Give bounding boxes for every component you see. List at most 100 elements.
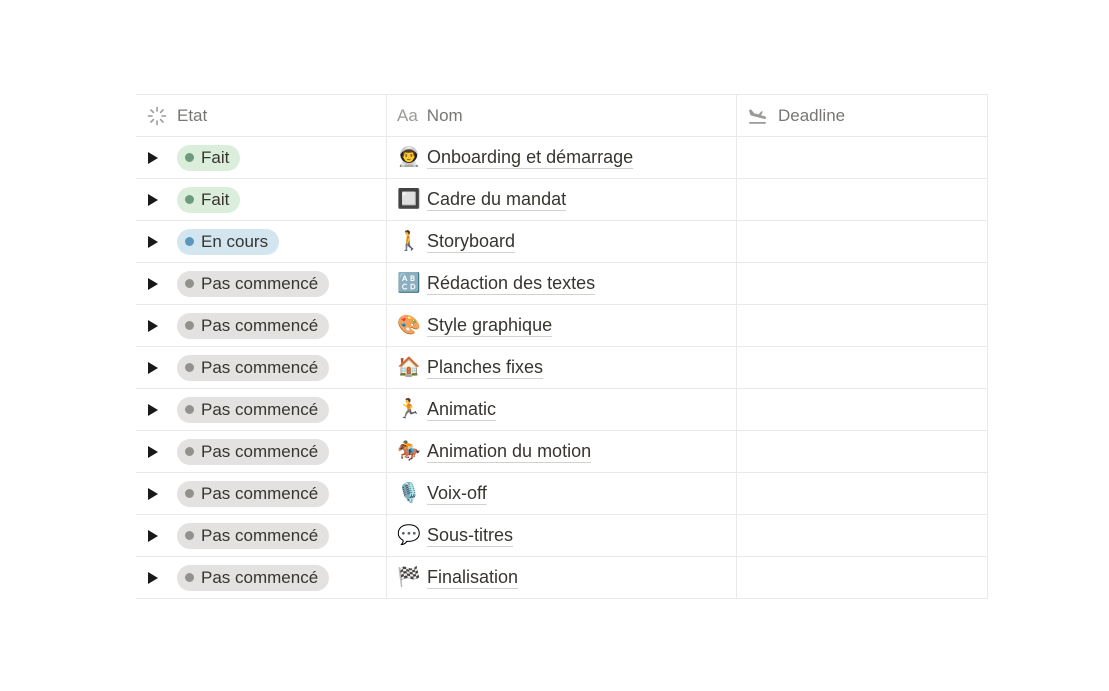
deadline-cell[interactable] xyxy=(737,347,988,388)
page-emoji-icon: 🏃 xyxy=(397,399,421,420)
column-header-label: Etat xyxy=(177,105,208,125)
status-badge[interactable]: Pas commencé xyxy=(177,396,330,423)
table-row[interactable]: Pas commencé 🏃 Animatic xyxy=(136,389,988,431)
status-badge[interactable]: Pas commencé xyxy=(177,522,330,549)
triangle-right-icon[interactable] xyxy=(146,526,160,546)
nom-cell[interactable]: 🔲 Cadre du mandat xyxy=(387,179,737,220)
deadline-cell[interactable] xyxy=(737,473,988,514)
text-aa-icon: Aa xyxy=(397,105,418,125)
etat-cell[interactable]: Fait xyxy=(136,179,387,220)
page-title-link[interactable]: Storyboard xyxy=(427,231,515,252)
status-badge[interactable]: Fait xyxy=(177,144,241,171)
nom-cell[interactable]: 💬 Sous-titres xyxy=(387,515,737,556)
nom-cell[interactable]: 🏁 Finalisation xyxy=(387,557,737,598)
status-badge[interactable]: Pas commencé xyxy=(177,312,330,339)
etat-cell[interactable]: Pas commencé xyxy=(136,263,387,304)
nom-cell[interactable]: 🎨 Style graphique xyxy=(387,305,737,346)
triangle-right-icon[interactable] xyxy=(146,400,160,420)
deadline-cell[interactable] xyxy=(737,389,988,430)
etat-cell[interactable]: Pas commencé xyxy=(136,431,387,472)
page-title-link[interactable]: Cadre du mandat xyxy=(427,189,566,210)
nom-cell[interactable]: 🎙️ Voix-off xyxy=(387,473,737,514)
deadline-cell[interactable] xyxy=(737,263,988,304)
page-title-link[interactable]: Sous-titres xyxy=(427,525,513,546)
etat-cell[interactable]: Pas commencé xyxy=(136,473,387,514)
etat-cell[interactable]: Pas commencé xyxy=(136,515,387,556)
status-label: Pas commencé xyxy=(201,483,319,503)
status-badge[interactable]: Pas commencé xyxy=(177,564,330,591)
nom-cell[interactable]: 🏇 Animation du motion xyxy=(387,431,737,472)
table-row[interactable]: Pas commencé 🔠 Rédaction des textes xyxy=(136,263,988,305)
table-row[interactable]: Pas commencé 🏠 Planches fixes xyxy=(136,347,988,389)
loading-spinner-icon xyxy=(146,105,167,126)
triangle-right-icon[interactable] xyxy=(146,358,160,378)
page-emoji-icon: 👨‍🚀 xyxy=(397,147,421,168)
etat-cell[interactable]: Pas commencé xyxy=(136,389,387,430)
page-emoji-icon: 🏠 xyxy=(397,357,421,378)
triangle-right-icon[interactable] xyxy=(146,148,160,168)
nom-cell[interactable]: 🏃 Animatic xyxy=(387,389,737,430)
status-label: Pas commencé xyxy=(201,357,319,377)
status-dot xyxy=(185,321,194,330)
triangle-right-icon[interactable] xyxy=(146,190,160,210)
table-row[interactable]: Pas commencé 🏁 Finalisation xyxy=(136,557,988,599)
nom-cell[interactable]: 🚶 Storyboard xyxy=(387,221,737,262)
etat-cell[interactable]: Pas commencé xyxy=(136,347,387,388)
status-badge[interactable]: Fait xyxy=(177,186,241,213)
deadline-cell[interactable] xyxy=(737,137,988,178)
triangle-right-icon[interactable] xyxy=(146,442,160,462)
deadline-cell[interactable] xyxy=(737,305,988,346)
status-label: Pas commencé xyxy=(201,273,319,293)
page-title-link[interactable]: Finalisation xyxy=(427,567,518,588)
page-title-link[interactable]: Planches fixes xyxy=(427,357,543,378)
table-row[interactable]: Pas commencé 🏇 Animation du motion xyxy=(136,431,988,473)
deadline-cell[interactable] xyxy=(737,221,988,262)
status-badge[interactable]: Pas commencé xyxy=(177,480,330,507)
page-title-link[interactable]: Onboarding et démarrage xyxy=(427,147,633,168)
deadline-cell[interactable] xyxy=(737,179,988,220)
status-badge[interactable]: Pas commencé xyxy=(177,354,330,381)
status-badge[interactable]: Pas commencé xyxy=(177,438,330,465)
table-row[interactable]: Pas commencé 🎨 Style graphique xyxy=(136,305,988,347)
triangle-right-icon[interactable] xyxy=(146,316,160,336)
status-label: Fait xyxy=(201,147,230,167)
status-badge[interactable]: En cours xyxy=(177,228,280,255)
page-title-link[interactable]: Animation du motion xyxy=(427,441,591,462)
status-label: Pas commencé xyxy=(201,525,319,545)
nom-cell[interactable]: 🔠 Rédaction des textes xyxy=(387,263,737,304)
triangle-right-icon[interactable] xyxy=(146,232,160,252)
status-dot xyxy=(185,363,194,372)
page-title-link[interactable]: Rédaction des textes xyxy=(427,273,595,294)
triangle-right-icon[interactable] xyxy=(146,274,160,294)
etat-cell[interactable]: En cours xyxy=(136,221,387,262)
table-row[interactable]: Fait 👨‍🚀 Onboarding et démarrage xyxy=(136,137,988,179)
status-dot xyxy=(185,531,194,540)
database-table: Etat Aa Nom Deadline Fait xyxy=(136,94,988,599)
etat-cell[interactable]: Fait xyxy=(136,137,387,178)
deadline-cell[interactable] xyxy=(737,557,988,598)
etat-cell[interactable]: Pas commencé xyxy=(136,305,387,346)
column-header-deadline[interactable]: Deadline xyxy=(737,95,988,136)
page-title-link[interactable]: Voix-off xyxy=(427,483,487,504)
triangle-right-icon[interactable] xyxy=(146,484,160,504)
column-header-label: Nom xyxy=(426,105,463,125)
table-row[interactable]: En cours 🚶 Storyboard xyxy=(136,221,988,263)
deadline-cell[interactable] xyxy=(737,431,988,472)
table-row[interactable]: Pas commencé 💬 Sous-titres xyxy=(136,515,988,557)
etat-cell[interactable]: Pas commencé xyxy=(136,557,387,598)
table-row[interactable]: Pas commencé 🎙️ Voix-off xyxy=(136,473,988,515)
deadline-cell[interactable] xyxy=(737,515,988,556)
column-header-nom[interactable]: Aa Nom xyxy=(387,95,737,136)
page-emoji-icon: 🎙️ xyxy=(397,483,421,504)
status-badge[interactable]: Pas commencé xyxy=(177,270,330,297)
status-dot xyxy=(185,573,194,582)
status-label: Pas commencé xyxy=(201,399,319,419)
page-title-link[interactable]: Animatic xyxy=(427,399,496,420)
status-label: Pas commencé xyxy=(201,441,319,461)
nom-cell[interactable]: 👨‍🚀 Onboarding et démarrage xyxy=(387,137,737,178)
column-header-etat[interactable]: Etat xyxy=(136,95,387,136)
nom-cell[interactable]: 🏠 Planches fixes xyxy=(387,347,737,388)
page-title-link[interactable]: Style graphique xyxy=(427,315,552,336)
triangle-right-icon[interactable] xyxy=(146,568,160,588)
table-row[interactable]: Fait 🔲 Cadre du mandat xyxy=(136,179,988,221)
